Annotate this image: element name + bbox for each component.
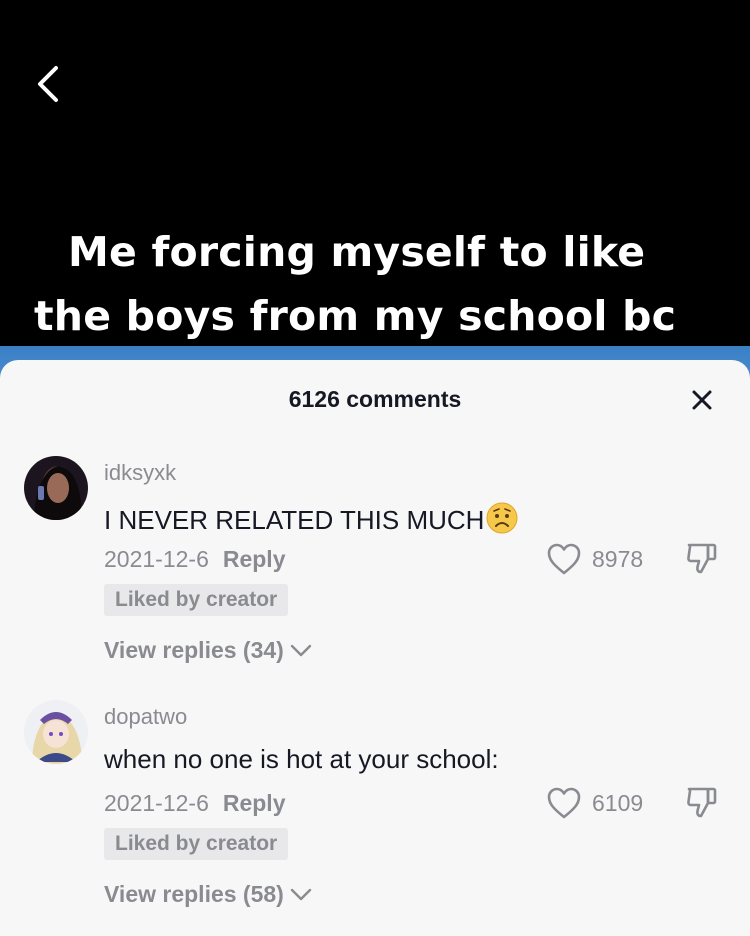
comment-meta: 2021-12-6 Reply: [104, 546, 286, 573]
comment-meta: 2021-12-6 Reply: [104, 790, 286, 817]
comment-date: 2021-12-6: [104, 546, 209, 572]
close-button[interactable]: [688, 386, 716, 414]
avatar[interactable]: [24, 456, 88, 520]
video-caption: Me forcing myself to like the boys from …: [0, 220, 750, 348]
reply-button[interactable]: Reply: [223, 790, 286, 816]
caption-line-1: Me forcing myself to like: [68, 228, 646, 276]
video-player[interactable]: Me forcing myself to like the boys from …: [0, 0, 750, 380]
comment-username[interactable]: idksyxk: [104, 460, 176, 486]
back-button[interactable]: [30, 62, 66, 106]
avatar-image: [24, 700, 88, 764]
heart-icon: [547, 543, 581, 575]
reply-button[interactable]: Reply: [223, 546, 286, 572]
comment-text-content: I NEVER RELATED THIS MUCH: [104, 505, 485, 535]
dislike-button[interactable]: [684, 540, 720, 576]
like-count: 6109: [592, 789, 644, 816]
view-replies-label: View replies (58): [104, 881, 284, 907]
view-replies-button[interactable]: View replies (34): [104, 637, 312, 664]
view-replies-button[interactable]: View replies (58): [104, 881, 312, 908]
like-button[interactable]: 8978: [546, 542, 643, 576]
comments-sheet: 6126 comments idksyxk I NEVER RELATED TH…: [0, 360, 750, 936]
close-icon: [692, 390, 712, 410]
caption-line-2: the boys from my school bc: [34, 292, 677, 340]
comments-count-title: 6126 comments: [288, 386, 462, 412]
comment-username[interactable]: dopatwo: [104, 704, 187, 730]
avatar[interactable]: [24, 700, 88, 764]
like-button[interactable]: 6109: [546, 786, 643, 820]
heart-icon: [547, 787, 581, 819]
chevron-down-icon: [290, 644, 312, 656]
comment-date: 2021-12-6: [104, 790, 209, 816]
thumbs-down-icon: [687, 543, 717, 574]
liked-by-creator-badge: Liked by creator: [104, 584, 289, 616]
dislike-button[interactable]: [684, 784, 720, 820]
like-count: 8978: [592, 545, 644, 572]
comment-text: I NEVER RELATED THIS MUCH: [104, 502, 518, 536]
comment-text: when no one is hot at your school:: [104, 744, 499, 774]
thumbs-down-icon: [687, 787, 717, 818]
avatar-image: [24, 456, 88, 520]
worried-face-icon: [486, 502, 518, 534]
chevron-down-icon: [290, 888, 312, 900]
liked-by-creator-badge: Liked by creator: [104, 828, 289, 860]
chevron-left-icon: [38, 66, 58, 102]
view-replies-label: View replies (34): [104, 637, 284, 663]
